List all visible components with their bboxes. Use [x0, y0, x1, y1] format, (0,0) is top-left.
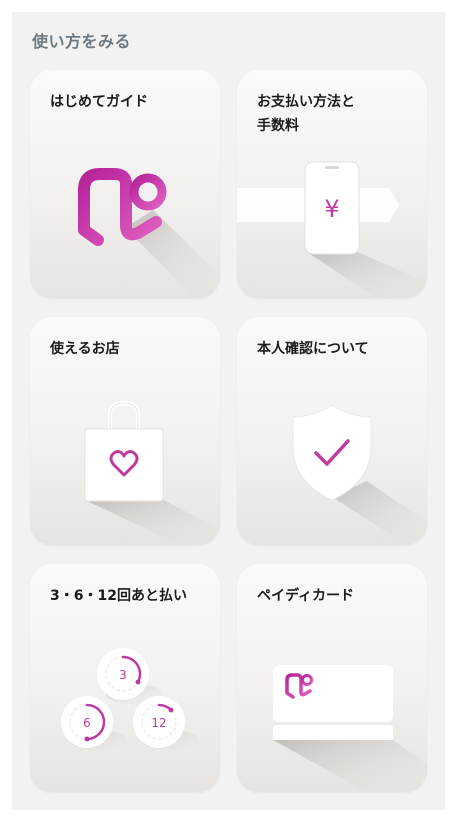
dial-3-label: 3	[119, 668, 127, 682]
dial-6-label: 6	[83, 716, 91, 730]
card-payment-methods[interactable]: お支払い方法と 手数料 ¥	[237, 70, 427, 298]
card-usable-stores[interactable]: 使えるお店	[30, 317, 220, 545]
paidy-logo-icon	[78, 168, 220, 298]
section-title: 使い方をみる	[32, 32, 132, 51]
installment-dials-icon: 3 6 12	[61, 648, 198, 750]
yen-symbol: ¥	[324, 195, 339, 223]
paidy-card-icon	[273, 665, 427, 792]
card-paidy-card[interactable]: ペイディカード	[237, 564, 427, 792]
shield-check-icon	[292, 404, 427, 545]
shopping-bag-heart-icon	[84, 400, 220, 545]
card-installments[interactable]: 3・6・12回あと払い 3 6 12	[30, 564, 220, 792]
card-identity-verification[interactable]: 本人確認について	[237, 317, 427, 545]
dial-12-label: 12	[151, 716, 166, 730]
phone-yen-icon: ¥	[237, 161, 427, 298]
card-first-guide[interactable]: はじめてガイド	[30, 70, 220, 298]
